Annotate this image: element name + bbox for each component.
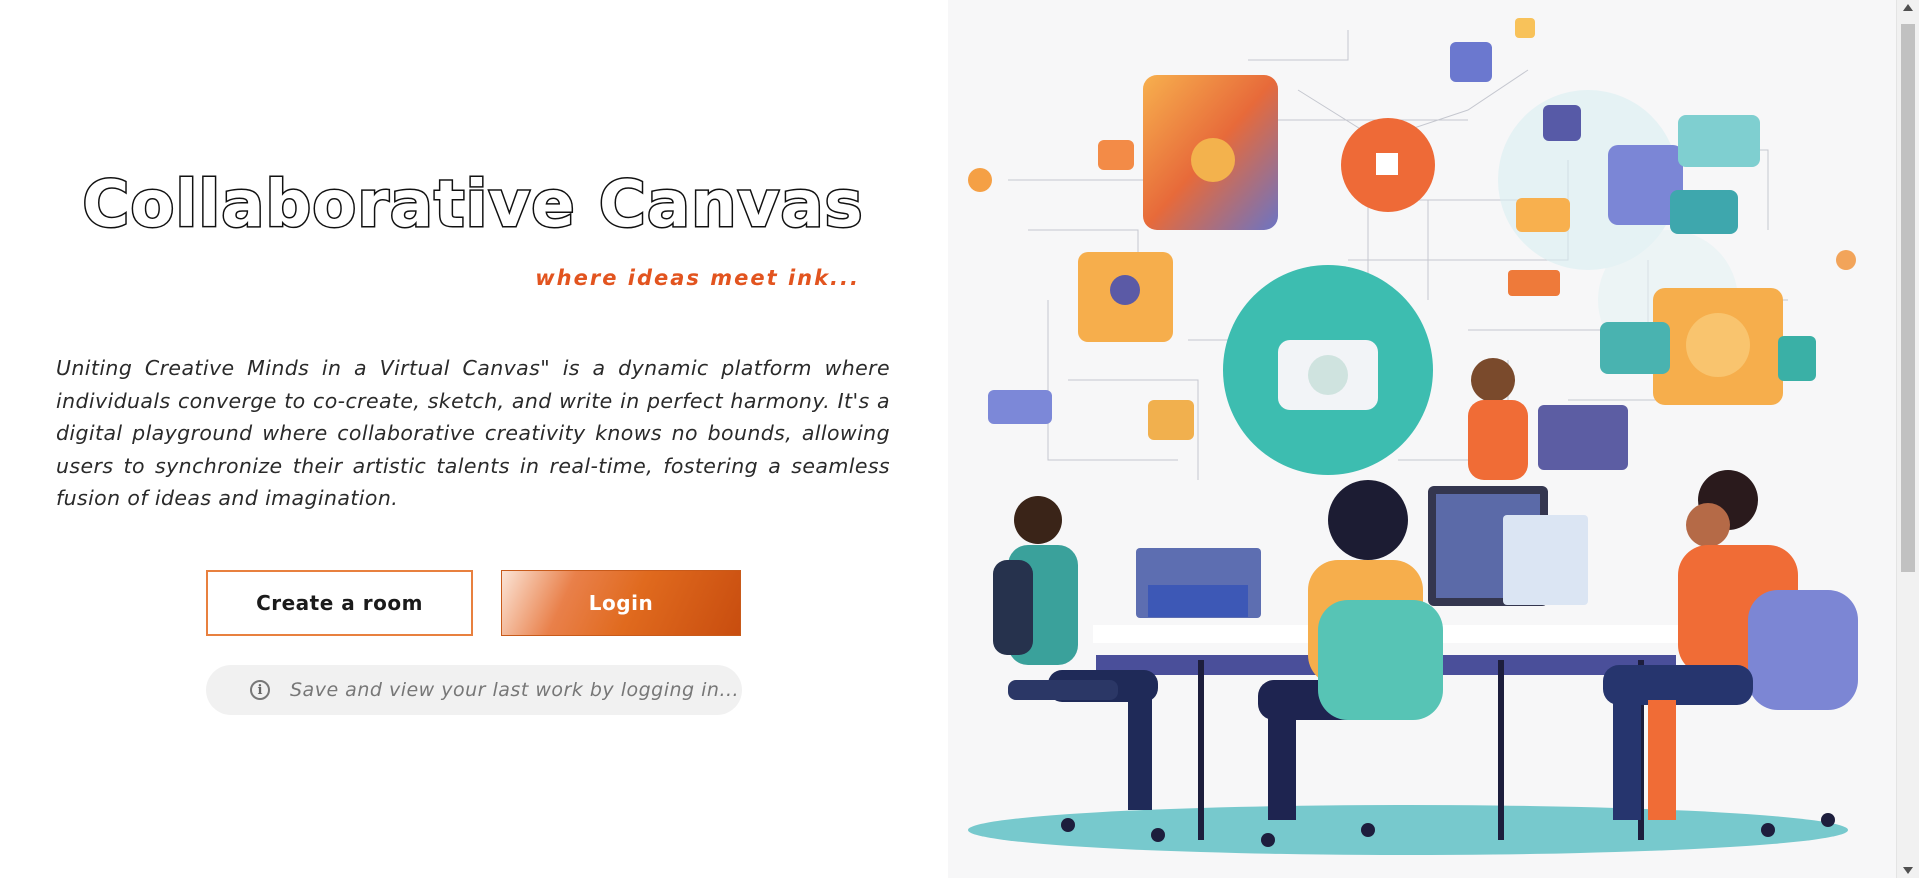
- scroll-up-arrow-icon[interactable]: [1903, 4, 1913, 11]
- login-button[interactable]: Login: [501, 570, 741, 636]
- description: Uniting Creative Minds in a Virtual Canv…: [56, 356, 890, 510]
- tagline: where ideas meet ink...: [535, 266, 860, 290]
- scroll-down-arrow-icon[interactable]: [1903, 867, 1913, 874]
- hero-panel: Collaborative Canvas where ideas meet in…: [0, 0, 948, 878]
- collaboration-illustration: [968, 18, 1858, 855]
- login-notice: i Save and view your last work by loggin…: [206, 665, 742, 715]
- hero-illustration: [948, 0, 1896, 878]
- page-scrollbar[interactable]: [1896, 0, 1919, 878]
- create-room-button[interactable]: Create a room: [206, 570, 473, 636]
- app-title: Collaborative Canvas: [81, 167, 864, 244]
- login-notice-text: Save and view your last work by logging …: [290, 679, 740, 701]
- scroll-thumb[interactable]: [1901, 24, 1915, 572]
- info-icon: i: [250, 680, 270, 700]
